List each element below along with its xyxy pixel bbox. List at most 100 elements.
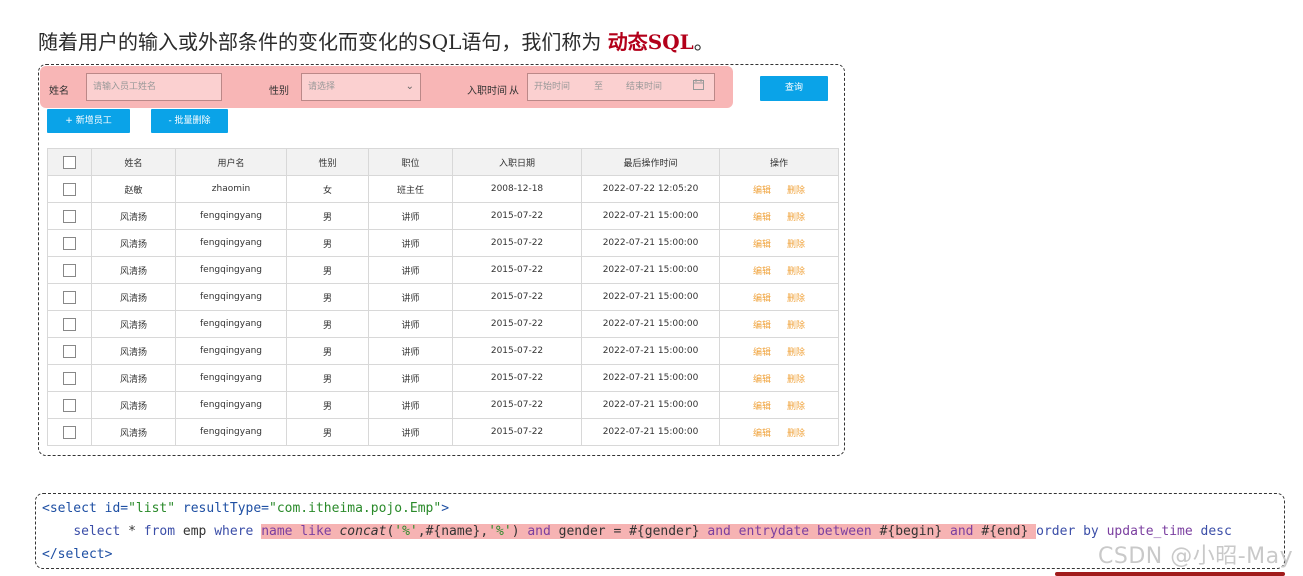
row-checkbox-cell[interactable] xyxy=(47,418,92,446)
edit-link[interactable]: 编辑 xyxy=(753,294,771,304)
table-row: 风清扬 fengqingyang 男讲师 2015-07-22 2022-07-21 1… xyxy=(47,229,839,257)
cell-updated-time: 2022-07-21 15:00:00 xyxy=(581,391,720,419)
row-checkbox-cell[interactable] xyxy=(47,256,92,284)
cell-gender: 男 xyxy=(286,256,369,284)
code-line-2: select * from emp where name like concat… xyxy=(73,524,1232,539)
cell-username: fengqingyang xyxy=(175,337,287,365)
row-checkbox[interactable] xyxy=(63,371,76,385)
cell-updated-time: 2022-07-21 15:00:00 xyxy=(581,364,720,392)
table-row: 风清扬 fengqingyang 男讲师 2015-07-22 2022-07-21 1… xyxy=(47,337,839,365)
delete-link[interactable]: 删除 xyxy=(787,240,805,250)
cell-position: 讲师 xyxy=(368,256,453,284)
end-date-input[interactable]: 结束时间 xyxy=(626,74,662,100)
cell-position: 讲师 xyxy=(368,364,453,392)
code-line-3: </select> xyxy=(42,547,113,562)
cell-gender: 男 xyxy=(286,391,369,419)
query-button[interactable]: 查询 xyxy=(760,76,828,101)
table-row: 风清扬 fengqingyang 男讲师 2015-07-22 2022-07-21 1… xyxy=(47,283,839,311)
cell-position: 讲师 xyxy=(368,229,453,257)
cell-name: 风清扬 xyxy=(91,391,176,419)
delete-link[interactable]: 删除 xyxy=(787,375,805,385)
column-header: 最后操作时间 xyxy=(581,148,720,176)
row-checkbox[interactable] xyxy=(63,398,76,412)
select-all-cell[interactable] xyxy=(47,148,92,176)
batch-delete-button[interactable]: - 批量删除 xyxy=(151,109,228,133)
gender-select[interactable]: 请选择 ⌄ xyxy=(301,73,421,101)
cell-name: 风清扬 xyxy=(91,256,176,284)
cell-entry-date: 2015-07-22 xyxy=(452,337,582,365)
cell-updated-time: 2022-07-21 15:00:00 xyxy=(581,283,720,311)
intro-sentence: 随着用户的输入或外部条件的变化而变化的SQL语句，我们称为 动态SQL。 xyxy=(38,28,714,56)
edit-link[interactable]: 编辑 xyxy=(753,429,771,439)
delete-link[interactable]: 删除 xyxy=(787,348,805,358)
cell-actions: 编辑 删除 xyxy=(719,256,839,284)
delete-link[interactable]: 删除 xyxy=(787,429,805,439)
column-header: 入职日期 xyxy=(452,148,582,176)
column-header: 姓名 xyxy=(91,148,176,176)
edit-link[interactable]: 编辑 xyxy=(753,375,771,385)
delete-link[interactable]: 删除 xyxy=(787,186,805,196)
row-checkbox-cell[interactable] xyxy=(47,310,92,338)
cell-entry-date: 2015-07-22 xyxy=(452,364,582,392)
row-checkbox[interactable] xyxy=(63,344,76,358)
edit-link[interactable]: 编辑 xyxy=(753,348,771,358)
cell-name: 风清扬 xyxy=(91,364,176,392)
cell-username: zhaomin xyxy=(175,175,287,203)
cell-position: 讲师 xyxy=(368,283,453,311)
intro-text: 随着用户的输入或外部条件的变化而变化的SQL语句，我们称为 xyxy=(38,30,608,54)
cell-entry-date: 2015-07-22 xyxy=(452,202,582,230)
row-checkbox[interactable] xyxy=(63,317,76,331)
cell-name: 风清扬 xyxy=(91,337,176,365)
cell-entry-date: 2015-07-22 xyxy=(452,310,582,338)
delete-link[interactable]: 删除 xyxy=(787,321,805,331)
table-row: 风清扬 fengqingyang 男讲师 2015-07-22 2022-07-21 1… xyxy=(47,364,839,392)
row-checkbox-cell[interactable] xyxy=(47,364,92,392)
row-checkbox-cell[interactable] xyxy=(47,391,92,419)
table-row: 风清扬 fengqingyang 男讲师 2015-07-22 2022-07-21 1… xyxy=(47,418,839,446)
start-date-input[interactable]: 开始时间 xyxy=(534,74,570,100)
edit-link[interactable]: 编辑 xyxy=(753,267,771,277)
edit-link[interactable]: 编辑 xyxy=(753,186,771,196)
cell-gender: 男 xyxy=(286,202,369,230)
highlighted-where-conditions: name like concat('%',#{name},'%') and ge… xyxy=(261,524,1037,539)
row-checkbox-cell[interactable] xyxy=(47,202,92,230)
edit-link[interactable]: 编辑 xyxy=(753,240,771,250)
cell-name: 赵敏 xyxy=(91,175,176,203)
row-checkbox-cell[interactable] xyxy=(47,283,92,311)
cell-updated-time: 2022-07-21 15:00:00 xyxy=(581,202,720,230)
delete-link[interactable]: 删除 xyxy=(787,213,805,223)
cell-gender: 女 xyxy=(286,175,369,203)
row-checkbox[interactable] xyxy=(63,182,76,196)
edit-link[interactable]: 编辑 xyxy=(753,321,771,331)
row-checkbox[interactable] xyxy=(63,209,76,223)
row-checkbox-cell[interactable] xyxy=(47,175,92,203)
row-checkbox-cell[interactable] xyxy=(47,337,92,365)
entry-date-range-picker[interactable]: 开始时间 至 结束时间 xyxy=(527,73,715,101)
table-row: 风清扬 fengqingyang 男讲师 2015-07-22 2022-07-21 1… xyxy=(47,391,839,419)
cell-username: fengqingyang xyxy=(175,256,287,284)
name-input[interactable]: 请输入员工姓名 xyxy=(86,73,222,101)
add-employee-button[interactable]: + 新增员工 xyxy=(47,109,130,133)
column-header: 用户名 xyxy=(175,148,287,176)
cell-updated-time: 2022-07-21 15:00:00 xyxy=(581,337,720,365)
edit-link[interactable]: 编辑 xyxy=(753,213,771,223)
row-checkbox-cell[interactable] xyxy=(47,229,92,257)
row-checkbox[interactable] xyxy=(63,236,76,250)
delete-link[interactable]: 删除 xyxy=(787,402,805,412)
row-checkbox[interactable] xyxy=(63,263,76,277)
cell-entry-date: 2008-12-18 xyxy=(452,175,582,203)
table-row: 风清扬 fengqingyang 男讲师 2015-07-22 2022-07-21 1… xyxy=(47,202,839,230)
row-checkbox[interactable] xyxy=(63,425,76,439)
cell-actions: 编辑 删除 xyxy=(719,391,839,419)
cell-updated-time: 2022-07-21 15:00:00 xyxy=(581,229,720,257)
select-all-checkbox[interactable] xyxy=(63,155,76,169)
calendar-icon xyxy=(693,75,704,101)
cell-updated-time: 2022-07-21 15:00:00 xyxy=(581,256,720,284)
cell-position: 班主任 xyxy=(368,175,453,203)
intro-period: 。 xyxy=(693,30,714,54)
delete-link[interactable]: 删除 xyxy=(787,294,805,304)
csdn-watermark: CSDN @小昭-May xyxy=(1098,544,1294,569)
edit-link[interactable]: 编辑 xyxy=(753,402,771,412)
row-checkbox[interactable] xyxy=(63,290,76,304)
delete-link[interactable]: 删除 xyxy=(787,267,805,277)
